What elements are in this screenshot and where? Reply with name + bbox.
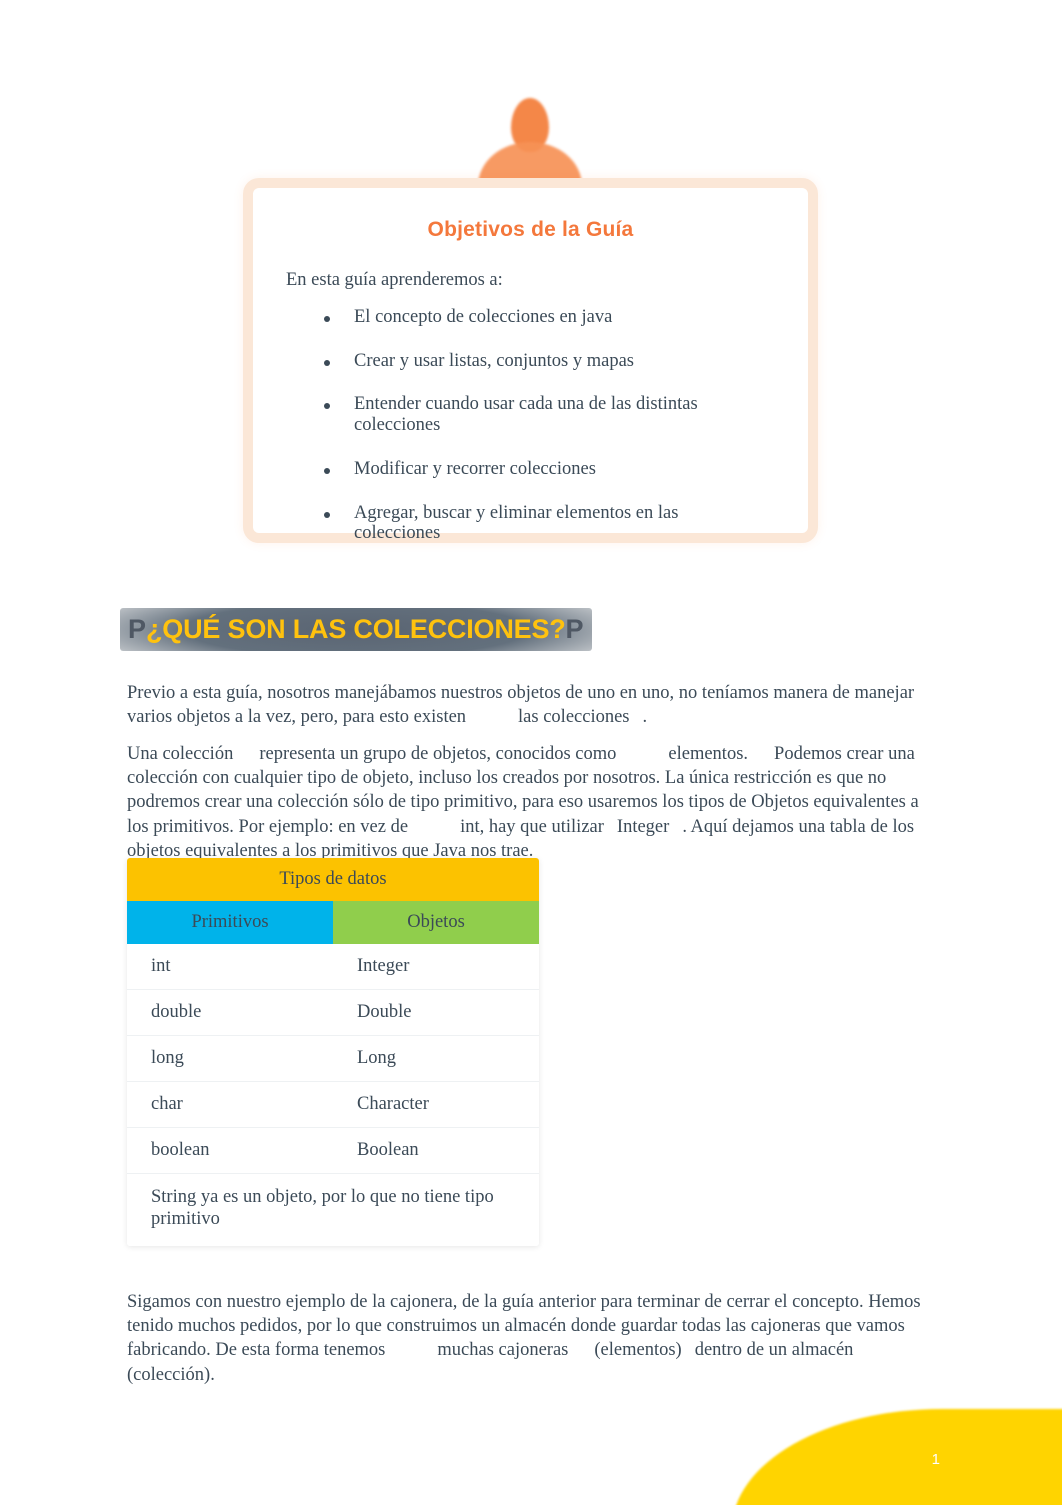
paragraph-example: Sigamos con nuestro ejemplo de la cajone… [127, 1290, 939, 1388]
cell-objeto: Double [333, 990, 539, 1036]
list-item: Crear y usar listas, conjuntos y mapas [253, 351, 808, 372]
corner-decoration [722, 1385, 1062, 1505]
objective-label: El concepto de colecciones en java [354, 307, 613, 327]
paragraph-3-segment-c: (elementos) [594, 1340, 682, 1361]
table-title-cell: Tipos de datos [127, 858, 539, 901]
data-types-table: Tipos de datos Primitivos Objetos int In… [127, 858, 539, 1247]
table-row: int Integer [127, 944, 539, 990]
cell-objeto: Long [333, 1036, 539, 1082]
paragraph-2-segment-c: elementos. [668, 743, 749, 764]
objective-label: Entender cuando usar cada una de las dis… [354, 394, 698, 436]
objectives-intro-text: En esta guía aprenderemos a: [286, 270, 503, 290]
cell-objeto: Character [333, 1082, 539, 1128]
table-title-row: Tipos de datos [127, 858, 539, 901]
table-note-row: String ya es un objeto, por lo que no ti… [127, 1174, 539, 1247]
paragraph-intro: Previo a esta guía, nosotros manejábamos… [127, 681, 927, 730]
bullet-dot-icon [324, 467, 330, 474]
objectives-box: Objetivos de la Guía En esta guía aprend… [243, 178, 818, 543]
paragraph-1-segment-c: . [642, 706, 648, 727]
table-row: char Character [127, 1082, 539, 1128]
cell-primitivo: int [127, 944, 333, 990]
table-row: long Long [127, 1036, 539, 1082]
paragraph-2-segment-a: Una colección [127, 743, 234, 764]
cell-objeto: Integer [333, 944, 539, 990]
heading-edge-right: P [565, 614, 584, 644]
section-heading: P ¿QUÉ SON LAS COLECCIONES? P [120, 608, 592, 651]
paragraph-2-segment-b: representa un grupo de objetos, conocido… [259, 743, 617, 764]
objective-label: Modificar y recorrer colecciones [354, 458, 596, 479]
bullet-dot-icon [324, 359, 330, 366]
paragraph-2-segment-f: , hay que utilizar [479, 816, 604, 837]
paragraph-3-segment-e: (colección). [127, 1364, 215, 1385]
list-item: El concepto de colecciones en java [253, 307, 808, 328]
list-item: Agregar, buscar y eliminar elementos en … [253, 503, 808, 544]
paragraph-3-segment-b: muchas cajoneras [437, 1340, 569, 1361]
objective-label: Crear y usar listas, conjuntos y mapas [354, 350, 635, 371]
table-header-row: Primitivos Objetos [127, 901, 539, 944]
objective-label: Agregar, buscar y eliminar elementos en … [354, 502, 679, 544]
bullet-dot-icon [324, 511, 330, 518]
cell-primitivo: boolean [127, 1128, 333, 1174]
cell-objeto: Boolean [333, 1128, 539, 1174]
objectives-title: Objetivos de la Guía [427, 218, 634, 241]
paragraph-2-segment-g: Integer [616, 816, 670, 837]
paragraph-2-segment-e: int [460, 816, 480, 837]
paragraph-3-segment-d: dentro de un almacén [694, 1340, 854, 1361]
page-number: 1 [931, 1451, 940, 1468]
column-header-primitivos: Primitivos [127, 901, 333, 944]
table-note-cell: String ya es un objeto, por lo que no ti… [127, 1174, 539, 1247]
paragraph-1-segment-b: las colecciones [518, 706, 630, 727]
bullet-dot-icon [324, 316, 330, 322]
bullet-dot-icon [324, 403, 330, 410]
list-item: Entender cuando usar cada una de las dis… [253, 394, 808, 435]
list-item: Modificar y recorrer colecciones [253, 459, 808, 480]
table-row: double Double [127, 990, 539, 1036]
cell-primitivo: long [127, 1036, 333, 1082]
table-row: boolean Boolean [127, 1128, 539, 1174]
cell-primitivo: double [127, 990, 333, 1036]
heading-edge-left: P [128, 614, 147, 644]
paragraph-definition: Una colección representa un grupo de obje… [127, 742, 927, 864]
page-title: ¿QUÉ SON LAS COLECCIONES? [146, 614, 566, 644]
person-silhouette-illustration [478, 98, 582, 194]
column-header-objetos: Objetos [333, 901, 539, 944]
cell-primitivo: char [127, 1082, 333, 1128]
yellow-swoosh-shape [732, 1409, 1062, 1505]
objectives-list: El concepto de colecciones en java Crear… [253, 307, 808, 544]
